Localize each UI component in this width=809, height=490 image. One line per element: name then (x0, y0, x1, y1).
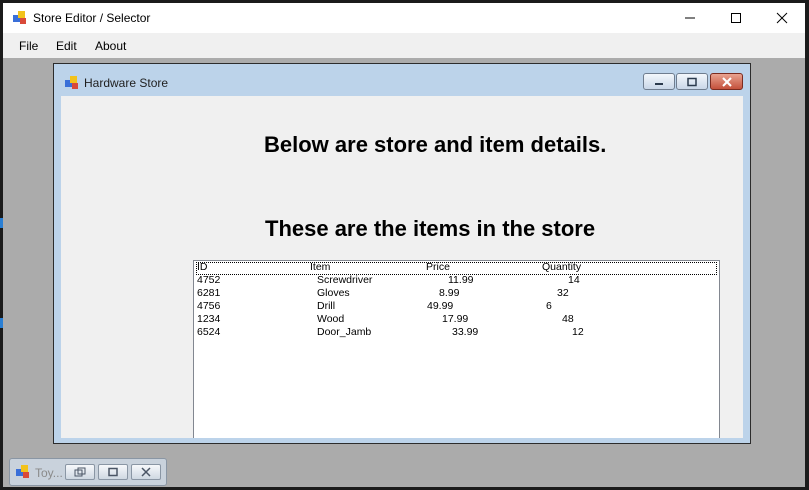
maximize-icon (108, 467, 118, 477)
child-close-button[interactable] (710, 73, 743, 90)
cell-quantity[interactable]: 48 (562, 313, 574, 326)
child-client-area: Below are store and item details. These … (61, 96, 743, 438)
cell-quantity[interactable]: 32 (557, 287, 569, 300)
close-icon (721, 76, 732, 87)
cell-id[interactable]: 4756 (197, 300, 220, 313)
menu-bar: File Edit About (3, 33, 805, 58)
title-bar[interactable]: Store Editor / Selector (3, 3, 805, 33)
cell-price[interactable]: 11.99 (448, 274, 474, 287)
app-window-icon (13, 11, 26, 24)
menu-about[interactable]: About (95, 39, 126, 53)
cell-quantity[interactable]: 14 (568, 274, 580, 287)
items-list[interactable]: ID Item Price Quantity 4752 Screwdriver … (193, 260, 720, 438)
main-window: Store Editor / Selector File Edit About … (3, 3, 805, 487)
menu-edit[interactable]: Edit (56, 39, 77, 53)
column-header-id[interactable]: ID (197, 261, 208, 274)
cell-id[interactable]: 1234 (197, 313, 220, 326)
cell-price[interactable]: 8.99 (439, 287, 459, 300)
cell-quantity[interactable]: 6 (546, 300, 552, 313)
close-icon (141, 467, 151, 477)
close-icon (776, 12, 788, 24)
items-heading: These are the items in the store (265, 216, 596, 241)
maximize-icon (731, 13, 741, 23)
minimize-button[interactable] (667, 3, 713, 33)
minimized-maximize-button[interactable] (98, 464, 128, 480)
minimized-window-icon (16, 465, 29, 478)
column-header-price[interactable]: Price (426, 261, 450, 274)
maximize-button[interactable] (713, 3, 759, 33)
app-title: Store Editor / Selector (33, 11, 151, 25)
cell-price[interactable]: 33.99 (452, 326, 478, 339)
minimize-icon (655, 82, 663, 85)
cell-quantity[interactable]: 12 (572, 326, 584, 339)
child-minimize-button[interactable] (643, 73, 675, 90)
cell-item[interactable]: Wood (317, 313, 344, 326)
cell-item[interactable]: Drill (317, 300, 335, 313)
hardware-store-window[interactable]: Hardware Store Below are store and item … (53, 63, 751, 444)
minimized-close-button[interactable] (131, 464, 161, 480)
minimize-icon (685, 17, 695, 19)
child-window-icon (65, 76, 78, 89)
column-header-item[interactable]: Item (310, 261, 330, 274)
restore-icon (74, 467, 86, 477)
minimized-window[interactable]: Toy... (9, 458, 167, 486)
cell-id[interactable]: 6281 (197, 287, 220, 300)
minimized-restore-button[interactable] (65, 464, 95, 480)
cell-price[interactable]: 49.99 (427, 300, 453, 313)
minimized-window-title: Toy... (35, 466, 63, 480)
cell-item[interactable]: Door_Jamb (317, 326, 371, 339)
column-header-quantity[interactable]: Quantity (542, 261, 581, 274)
menu-file[interactable]: File (19, 39, 38, 53)
cell-item[interactable]: Gloves (317, 287, 350, 300)
restore-icon (687, 77, 697, 86)
cell-id[interactable]: 4752 (197, 274, 220, 287)
cell-item[interactable]: Screwdriver (317, 274, 372, 287)
store-details-heading: Below are store and item details. (264, 132, 607, 157)
cell-price[interactable]: 17.99 (442, 313, 468, 326)
close-button[interactable] (759, 3, 805, 33)
cell-id[interactable]: 6524 (197, 326, 220, 339)
child-restore-button[interactable] (676, 73, 708, 90)
child-window-title: Hardware Store (84, 76, 169, 90)
